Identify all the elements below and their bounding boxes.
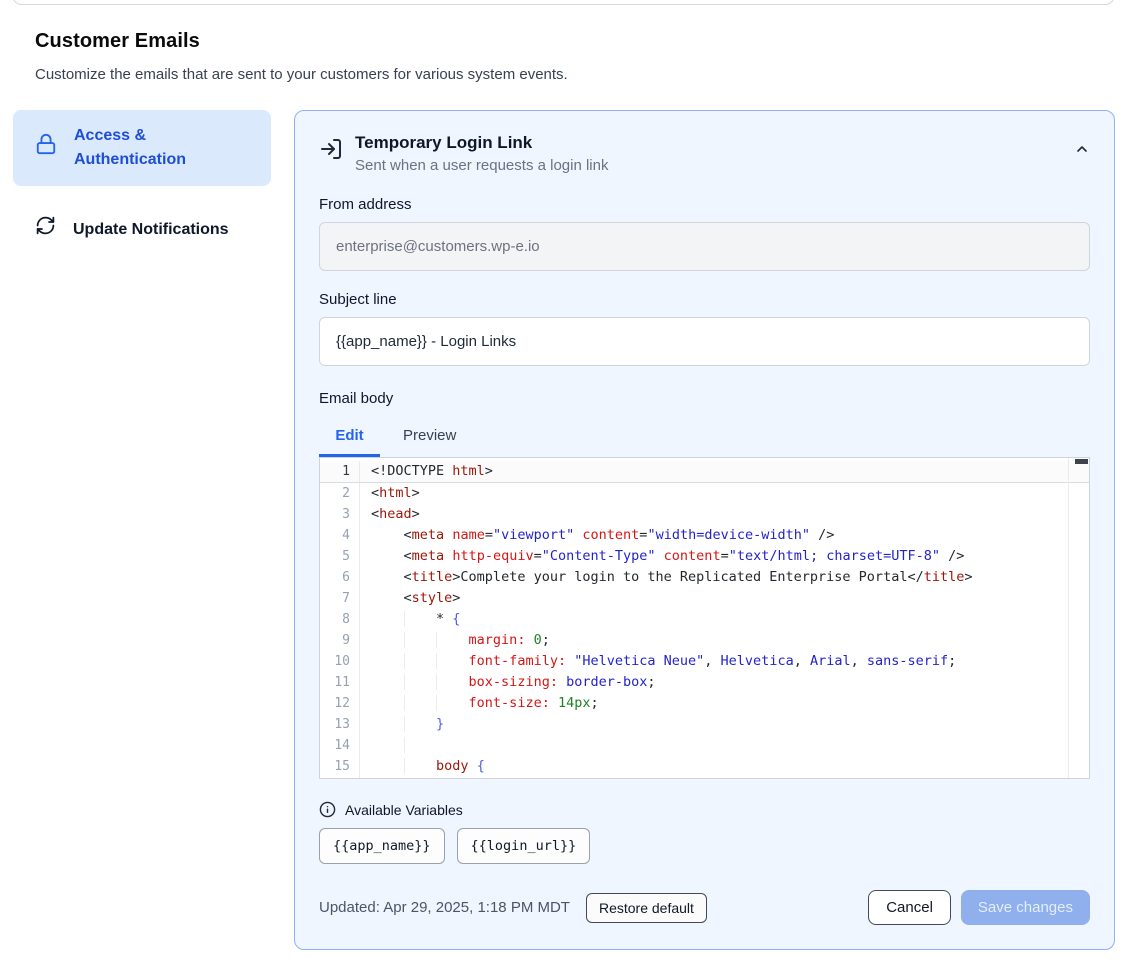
card-title: Temporary Login Link bbox=[355, 133, 608, 153]
tab-edit[interactable]: Edit bbox=[319, 420, 380, 457]
line-number: 8 bbox=[320, 609, 360, 630]
editor-line[interactable]: 16 background-color: #ffffff; bbox=[320, 777, 1089, 779]
line-number: 6 bbox=[320, 567, 360, 588]
line-number: 12 bbox=[320, 693, 360, 714]
card-subtitle: Sent when a user requests a login link bbox=[355, 157, 608, 174]
line-number: 2 bbox=[320, 483, 360, 504]
editor-line[interactable]: 1<!DOCTYPE html> bbox=[320, 461, 1089, 483]
editor-line[interactable]: 11 box-sizing: border-box; bbox=[320, 672, 1089, 693]
info-icon[interactable] bbox=[319, 801, 336, 818]
code-editor-lines: 1<!DOCTYPE html>2<html>3<head>4 <meta na… bbox=[320, 458, 1089, 779]
sidebar-item-label: Update Notifications bbox=[73, 218, 229, 242]
line-number: 13 bbox=[320, 714, 360, 735]
sidebar-item-label: Access & Authentication bbox=[74, 124, 255, 172]
variable-chips: {{app_name}} {{login_url}} bbox=[319, 828, 1090, 864]
lock-icon bbox=[35, 133, 57, 163]
variable-chip-login-url[interactable]: {{login_url}} bbox=[457, 828, 591, 864]
line-number: 14 bbox=[320, 735, 360, 756]
line-number: 16 bbox=[320, 777, 360, 779]
line-number: 3 bbox=[320, 504, 360, 525]
editor-line[interactable]: 14 bbox=[320, 735, 1089, 756]
cancel-button[interactable]: Cancel bbox=[868, 890, 951, 925]
variable-chip-app-name[interactable]: {{app_name}} bbox=[319, 828, 445, 864]
line-number: 5 bbox=[320, 546, 360, 567]
sidebar-item-access-authentication[interactable]: Access & Authentication bbox=[13, 110, 271, 186]
line-number: 9 bbox=[320, 630, 360, 651]
line-number: 1 bbox=[320, 461, 360, 482]
sidebar: Access & Authentication Update Notificat… bbox=[13, 110, 271, 256]
editor-line[interactable]: 15 body { bbox=[320, 756, 1089, 777]
available-variables-label: Available Variables bbox=[345, 802, 463, 818]
line-number: 10 bbox=[320, 651, 360, 672]
editor-line[interactable]: 13 } bbox=[320, 714, 1089, 735]
editor-line[interactable]: 10 font-family: "Helvetica Neue", Helvet… bbox=[320, 651, 1089, 672]
editor-line[interactable]: 3<head> bbox=[320, 504, 1089, 525]
editor-line[interactable]: 6 <title>Complete your login to the Repl… bbox=[320, 567, 1089, 588]
from-address-input bbox=[319, 222, 1090, 271]
updated-timestamp: Updated: Apr 29, 2025, 1:18 PM MDT bbox=[319, 899, 570, 916]
from-address-label: From address bbox=[319, 196, 1090, 213]
page-subtitle: Customize the emails that are sent to yo… bbox=[35, 66, 1093, 83]
chevron-up-icon[interactable] bbox=[1074, 141, 1090, 174]
editor-line[interactable]: 9 margin: 0; bbox=[320, 630, 1089, 651]
page-title: Customer Emails bbox=[35, 30, 1093, 53]
editor-scrollbar-track bbox=[1068, 458, 1069, 778]
email-body-label: Email body bbox=[319, 390, 1090, 407]
code-editor[interactable]: 1<!DOCTYPE html>2<html>3<head>4 <meta na… bbox=[319, 457, 1090, 779]
line-number: 11 bbox=[320, 672, 360, 693]
sidebar-item-update-notifications[interactable]: Update Notifications bbox=[13, 203, 271, 256]
line-number: 15 bbox=[320, 756, 360, 777]
editor-line[interactable]: 4 <meta name="viewport" content="width=d… bbox=[320, 525, 1089, 546]
email-template-card: Temporary Login Link Sent when a user re… bbox=[294, 110, 1115, 950]
login-icon bbox=[319, 137, 343, 174]
line-number: 7 bbox=[320, 588, 360, 609]
editor-line[interactable]: 5 <meta http-equiv="Content-Type" conten… bbox=[320, 546, 1089, 567]
save-changes-button[interactable]: Save changes bbox=[961, 890, 1090, 925]
page-header: Customer Emails Customize the emails tha… bbox=[0, 0, 1128, 83]
previous-card-edge bbox=[12, 0, 1115, 5]
tab-preview[interactable]: Preview bbox=[403, 420, 456, 457]
refresh-icon bbox=[35, 215, 56, 244]
editor-line[interactable]: 12 font-size: 14px; bbox=[320, 693, 1089, 714]
card-header: Temporary Login Link Sent when a user re… bbox=[319, 133, 1090, 174]
email-body-tabs: Edit Preview bbox=[319, 420, 1090, 457]
line-number: 4 bbox=[320, 525, 360, 546]
restore-default-button[interactable]: Restore default bbox=[586, 893, 707, 923]
editor-scrollbar-thumb[interactable] bbox=[1075, 459, 1088, 464]
subject-line-label: Subject line bbox=[319, 291, 1090, 308]
editor-line[interactable]: 2<html> bbox=[320, 483, 1089, 504]
subject-line-input[interactable] bbox=[319, 317, 1090, 366]
card-footer: Updated: Apr 29, 2025, 1:18 PM MDT Resto… bbox=[319, 890, 1090, 925]
editor-line[interactable]: 7 <style> bbox=[320, 588, 1089, 609]
editor-line[interactable]: 8 * { bbox=[320, 609, 1089, 630]
